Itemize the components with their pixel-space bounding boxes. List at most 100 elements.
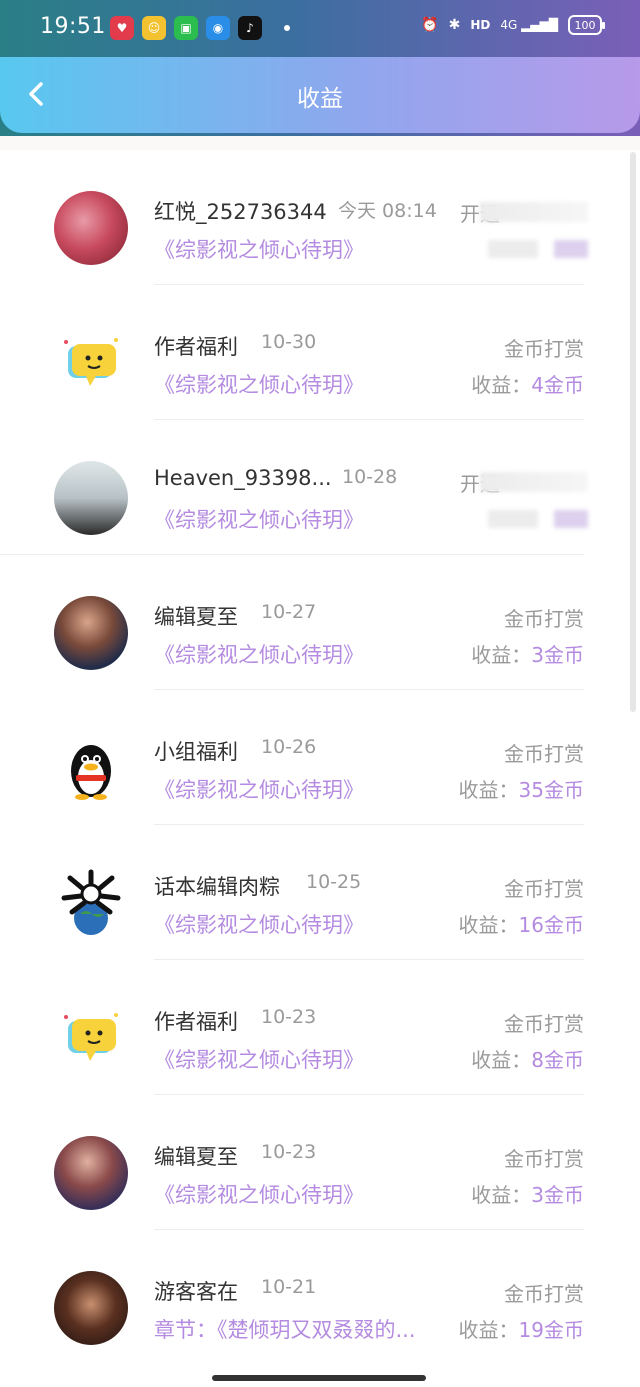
list-item[interactable]: 作者福利 10-23 《综影视之倾心待玥》 金币打赏 收益：8金币 [0,960,640,1095]
avatar [54,461,128,535]
tv-app-icon: ▣ [174,16,198,40]
earnings-amount: 3金币 [531,1183,584,1207]
record-type: 金币打赏 [504,1012,584,1036]
spiky-globe-icon [61,869,121,935]
scrollbar[interactable] [630,152,636,712]
user-name: 红悦_252736344 [154,200,327,224]
book-title: 《综影视之倾心待玥》 [154,913,364,937]
earnings-label: 收益： [458,778,519,802]
record-date: 10-25 [306,871,362,893]
chat-bubble-mascot-icon [64,1013,118,1061]
list-item[interactable]: 作者福利 10-30 《综影视之倾心待玥》 金币打赏 收益：4金币 [0,285,640,420]
record-date: 10-30 [261,331,317,353]
record-type: 金币打赏 [504,877,584,901]
book-title: 《综影视之倾心待玥》 [154,238,364,262]
earnings: 收益：35金币 [459,774,584,803]
earnings-label: 收益： [471,1183,532,1207]
chat-bubble-mascot-icon [64,338,118,386]
avatar [54,866,128,940]
earnings-label: 收益： [471,373,532,397]
browser-app-icon: ◉ [206,16,230,40]
notification-icons: ♥ ☺ ▣ ◉ ♪ [110,16,290,40]
book-title: 《综影视之倾心待玥》 [154,1183,364,1207]
avatar [54,326,128,400]
record-type: 金币打赏 [504,742,584,766]
book-title: 章节：《楚倾玥又双叒叕的... [154,1318,416,1342]
redacted-block [480,202,588,222]
record-date: 10-27 [261,601,317,623]
user-name: 编辑夏至 [154,1145,238,1169]
record-type: 金币打赏 [504,337,584,361]
list-item[interactable]: Heaven_93398... 10-28 开通 《综影视之倾心待玥》 [0,420,640,555]
list-item[interactable]: 编辑夏至 10-27 《综影视之倾心待玥》 金币打赏 收益：3金币 [0,555,640,690]
list-item[interactable]: 小组福利 10-26 《综影视之倾心待玥》 金币打赏 收益：35金币 [0,690,640,825]
signal-icon: 4G ▂▄▆█ [500,18,558,32]
system-status-icons: ⏰ ✱ HD 4G ▂▄▆█ 100 [421,15,605,35]
user-name: 编辑夏至 [154,605,238,629]
user-name: 作者福利 [154,335,238,359]
user-name: Heaven_93398... [154,466,332,490]
redacted-block [480,472,588,492]
redacted-block [488,240,538,258]
book-title: 《综影视之倾心待玥》 [154,508,364,532]
record-type: 金币打赏 [504,607,584,631]
earnings-label: 收益： [471,1048,532,1072]
user-name: 小组福利 [154,740,238,764]
emoji-app-icon: ☺ [142,16,166,40]
avatar [54,191,128,265]
avatar [54,1136,128,1210]
record-type: 金币打赏 [504,1282,584,1306]
list-item[interactable]: 话本编辑肉粽 10-25 《综影视之倾心待玥》 金币打赏 收益：16金币 [0,825,640,960]
earnings: 收益：8金币 [471,1044,584,1073]
earnings-label: 收益： [458,913,519,937]
battery-level: 100 [574,18,596,32]
user-name: 作者福利 [154,1010,238,1034]
alarm-icon: ⏰ [421,17,439,33]
heart-app-icon: ♥ [110,16,134,40]
record-date: 10-23 [261,1141,317,1163]
record-date: 10-28 [342,466,398,488]
book-title: 《综影视之倾心待玥》 [154,1048,364,1072]
book-title: 《综影视之倾心待玥》 [154,643,364,667]
page-title: 收益 [297,86,343,112]
home-indicator[interactable] [212,1375,426,1381]
record-date: 10-21 [261,1276,317,1298]
record-type: 金币打赏 [504,1147,584,1171]
list-item[interactable]: 编辑夏至 10-23 《综影视之倾心待玥》 金币打赏 收益：3金币 [0,1095,640,1230]
avatar [54,1271,128,1345]
earnings: 收益：4金币 [471,369,584,398]
tiktok-app-icon: ♪ [238,16,262,40]
earnings: 收益：3金币 [471,639,584,668]
earnings-amount: 19金币 [518,1318,584,1342]
bluetooth-icon: ✱ [448,17,461,33]
earnings: 收益：16金币 [459,909,584,938]
earnings: 收益：3金币 [471,1179,584,1208]
status-bar: 19:51 ♥ ☺ ▣ ◉ ♪ ⏰ ✱ HD 4G ▂▄▆█ 100 [0,0,640,57]
redacted-block [488,510,538,528]
penguin-icon [71,745,111,800]
record-date: 10-26 [261,736,317,758]
earnings: 收益：19金币 [459,1314,584,1343]
book-title: 《综影视之倾心待玥》 [154,373,364,397]
list-item[interactable]: 游客客在 10-21 章节：《楚倾玥又双叒叕的... 金币打赏 收益：19金币 [0,1230,640,1365]
earnings-amount: 3金币 [531,643,584,667]
earnings-amount: 4金币 [531,373,584,397]
list-item[interactable]: 红悦_252736344 今天 08:14 《综影视之倾心待玥》 开通 [0,150,640,285]
status-time: 19:51 [40,14,106,39]
hd-icon: HD [470,18,491,32]
network-type: 4G [500,18,518,32]
user-name: 话本编辑肉粽 [154,875,280,899]
record-date: 10-23 [261,1006,317,1028]
earnings-label: 收益： [471,643,532,667]
battery-icon: 100 [568,15,605,35]
earnings-label: 收益： [458,1318,519,1342]
sheet-top-band [0,136,640,150]
redacted-block [554,510,588,528]
avatar [54,731,128,805]
earnings-amount: 8金币 [531,1048,584,1072]
redacted-block [554,240,588,258]
avatar [54,596,128,670]
earnings-amount: 16金币 [518,913,584,937]
avatar [54,1001,128,1075]
book-title: 《综影视之倾心待玥》 [154,778,364,802]
